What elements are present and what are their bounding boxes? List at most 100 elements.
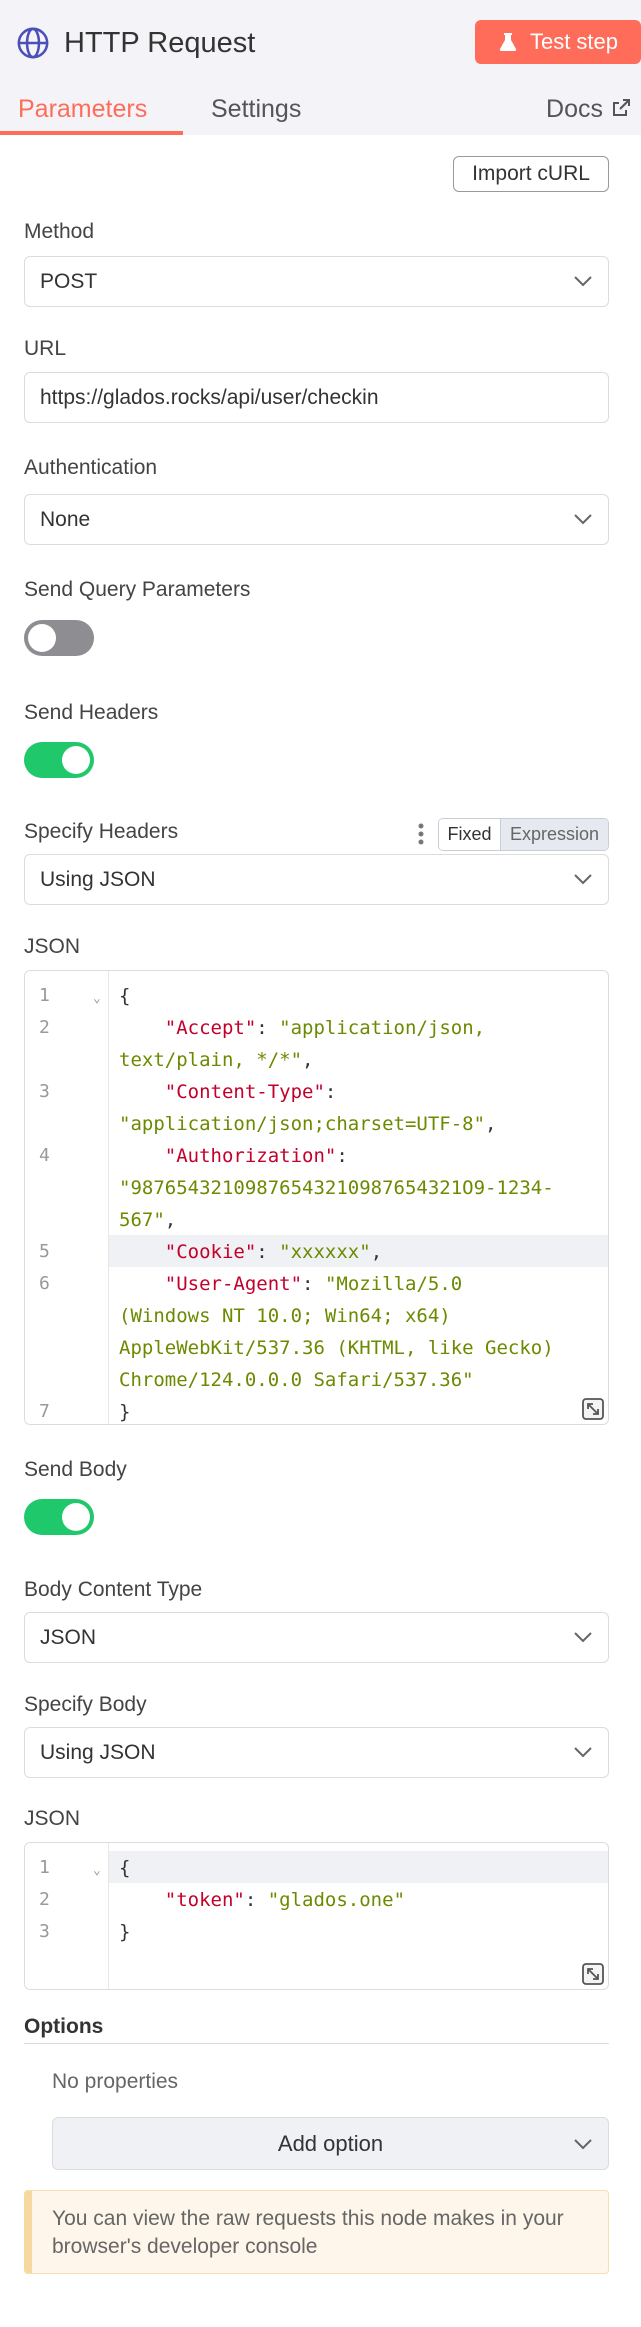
send-body-toggle[interactable] (24, 1499, 94, 1535)
tab-parameters[interactable]: Parameters (18, 84, 147, 135)
fixed-expression-switch: Fixed Expression (438, 818, 609, 851)
body-content-type-value: JSON (40, 1625, 97, 1649)
more-options-icon[interactable] (418, 822, 424, 846)
authentication-label: Authentication (24, 456, 158, 479)
send-query-toggle[interactable] (24, 620, 94, 656)
specify-headers-value: Using JSON (40, 867, 156, 891)
code-text: { (119, 1857, 131, 1879)
body-content-type-select[interactable]: JSON (24, 1612, 609, 1663)
options-title: Options (24, 2015, 104, 2038)
line-number: 2 (39, 1017, 50, 1038)
url-input[interactable]: https://glados.rocks/api/user/checkin (24, 372, 609, 423)
no-properties-text: No properties (52, 2070, 179, 2093)
line-number: 1 (39, 985, 50, 1006)
globe-icon (17, 27, 49, 59)
chevron-down-icon (574, 514, 592, 525)
test-step-button[interactable]: Test step (475, 20, 641, 64)
active-tab-indicator (0, 131, 183, 135)
code-line-wrap: text/plain, */*", (25, 1043, 608, 1075)
code-text: "Authorization": (164, 1145, 348, 1167)
line-number: 5 (39, 1241, 50, 1262)
body-json-editor[interactable]: 1 ⌄ { 2 "token": "glados.one" 3 } (24, 1842, 609, 1990)
code-text: "98765432109876543210987654321O9-1234- (119, 1177, 554, 1199)
code-text: { (119, 985, 131, 1007)
specify-headers-select[interactable]: Using JSON (24, 854, 609, 905)
code-line-wrap: "application/json;charset=UTF-8", (25, 1107, 608, 1139)
options-divider (24, 2043, 609, 2044)
specify-body-value: Using JSON (40, 1740, 156, 1764)
code-text: "application/json;charset=UTF-8", (119, 1113, 497, 1135)
code-text: (Windows NT 10.0; Win64; x64) (119, 1305, 451, 1327)
method-select[interactable]: POST (24, 256, 609, 307)
code-line: 1 ⌄ { (25, 979, 608, 1011)
url-label: URL (24, 337, 67, 360)
add-option-button[interactable]: Add option (52, 2117, 609, 2170)
fold-chevron-icon[interactable]: ⌄ (93, 991, 101, 1006)
chevron-down-icon (574, 1632, 592, 1643)
code-line: 3 "Content-Type": (25, 1075, 608, 1107)
chevron-down-icon (574, 874, 592, 885)
code-line: 3 } (25, 1915, 608, 1947)
code-line: 7 } (25, 1395, 608, 1424)
add-option-label: Add option (277, 2130, 384, 2156)
specify-body-label: Specify Body (24, 1693, 147, 1716)
body-content-type-label: Body Content Type (24, 1578, 203, 1601)
authentication-select[interactable]: None (24, 494, 609, 545)
headers-json-label: JSON (24, 935, 81, 958)
tab-settings[interactable]: Settings (211, 84, 301, 135)
toggle-knob (62, 1503, 90, 1531)
code-text: } (119, 1401, 131, 1423)
code-text: AppleWebKit/537.36 (KHTML, like Gecko) (119, 1337, 554, 1359)
code-line-wrap: (Windows NT 10.0; Win64; x64) (25, 1299, 608, 1331)
mode-expression[interactable]: Expression (501, 819, 608, 850)
code-text: 567", (119, 1209, 177, 1231)
developer-console-notice: You can view the raw requests this node … (24, 2190, 609, 2274)
line-number: 1 (39, 1857, 50, 1878)
code-line-wrap: Chrome/124.0.0.0 Safari/537.36" (25, 1363, 608, 1395)
code-line: 1 ⌄ { (25, 1851, 608, 1883)
fold-chevron-icon[interactable]: ⌄ (93, 1863, 101, 1878)
toggle-knob (28, 624, 56, 652)
code-line: 6 "User-Agent": "Mozilla/5.0 (25, 1267, 608, 1299)
code-line: 5 "Cookie": "xxxxxx", (25, 1235, 608, 1267)
expand-editor-icon[interactable] (582, 1963, 604, 1985)
code-text: Chrome/124.0.0.0 Safari/537.36" (119, 1369, 474, 1391)
line-number: 3 (39, 1921, 50, 1942)
external-link-icon[interactable] (611, 98, 631, 118)
code-line-wrap: "98765432109876543210987654321O9-1234- (25, 1171, 608, 1203)
send-headers-toggle[interactable] (24, 742, 94, 778)
tab-docs[interactable]: Docs (546, 84, 603, 135)
code-text: "Cookie": "xxxxxx", (164, 1241, 383, 1263)
send-body-label: Send Body (24, 1458, 127, 1481)
code-text: } (119, 1921, 131, 1943)
code-text: "Accept": "application/json, (164, 1017, 486, 1039)
tab-bar: Parameters Settings Docs (0, 84, 641, 135)
code-text: "User-Agent": "Mozilla/5.0 (164, 1273, 463, 1295)
code-text: "Content-Type": (164, 1081, 337, 1103)
expand-editor-icon[interactable] (582, 1398, 604, 1420)
node-title: HTTP Request (64, 26, 256, 59)
line-number: 3 (39, 1081, 50, 1102)
specify-body-select[interactable]: Using JSON (24, 1727, 609, 1778)
chevron-down-icon (574, 276, 592, 287)
specify-headers-label: Specify Headers (24, 820, 179, 843)
code-text: text/plain, */*", (119, 1049, 314, 1071)
title-row: HTTP Request (16, 18, 255, 68)
send-headers-label: Send Headers (24, 701, 159, 724)
line-number: 7 (39, 1401, 50, 1422)
import-curl-button[interactable]: Import cURL (453, 156, 609, 192)
method-label: Method (24, 220, 95, 243)
code-line-wrap: AppleWebKit/537.36 (KHTML, like Gecko) (25, 1331, 608, 1363)
line-number: 4 (39, 1145, 50, 1166)
chevron-down-icon (574, 1747, 592, 1758)
code-line-wrap: 567", (25, 1203, 608, 1235)
code-line: 4 "Authorization": (25, 1139, 608, 1171)
toggle-knob (62, 746, 90, 774)
mode-fixed[interactable]: Fixed (439, 819, 501, 850)
code-line: 2 "token": "glados.one" (25, 1883, 608, 1915)
test-step-label: Test step (529, 29, 619, 54)
headers-json-editor[interactable]: 1 ⌄ { 2 "Accept": "application/json, tex… (24, 970, 609, 1425)
code-text: "token": "glados.one" (164, 1889, 406, 1911)
flask-icon (499, 33, 517, 51)
authentication-value: None (40, 507, 91, 531)
